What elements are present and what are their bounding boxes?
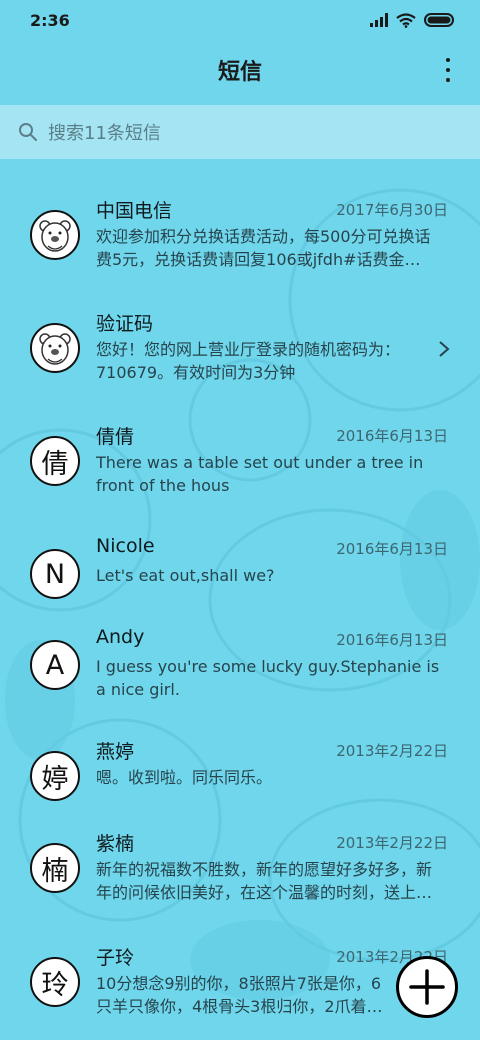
conversation-item[interactable]: 楠 紫楠 2013年2月22日 新年的祝福数不胜数，新年的愿望好多好多，新年的问… [0, 808, 480, 922]
wifi-icon [396, 12, 416, 28]
message-preview: 新年的祝福数不胜数，新年的愿望好多好多，新年的问候依旧美好，在这个温馨的时刻，送… [96, 860, 433, 902]
message-date: 2017年6月30日 [336, 201, 448, 219]
contact-name: 中国电信 [96, 200, 173, 222]
avatar: 倩 [30, 436, 80, 486]
message-date: 2013年2月22日 [336, 834, 448, 852]
message-preview: I guess you're some lucky guy.Stephanie … [96, 657, 440, 699]
bear-icon [30, 323, 80, 373]
contact-name: 验证码 [96, 313, 154, 335]
search-input[interactable]: 搜索11条短信 [0, 105, 480, 159]
conversation-item[interactable]: 中国电信 2017年6月30日 欢迎参加积分兑换话费活动，每500分可兑换话费5… [0, 175, 480, 288]
conversation-item[interactable]: 验证码 您好！您的网上营业厅登录的随机密码为：710679。有效时间为3分钟 [0, 288, 480, 401]
new-message-button[interactable] [396, 956, 458, 1018]
conversation-item[interactable]: 婷 燕婷 2013年2月22日 嗯。收到啦。同乐同乐。 [0, 716, 480, 808]
bear-icon [30, 210, 80, 260]
app-header: 短信 [0, 40, 480, 100]
message-preview: 欢迎参加积分兑换话费活动，每500分可兑换话费5元，兑换话费请回复106或jfd… [96, 227, 431, 269]
conversation-item[interactable]: N Nicole 2016年6月13日 Let's eat out,shall … [0, 514, 480, 605]
signal-icon [370, 13, 388, 27]
message-date: 2016年6月13日 [336, 427, 448, 445]
contact-name: 倩倩 [96, 426, 135, 448]
contact-name: 紫楠 [96, 833, 135, 855]
message-preview: There was a table set out under a tree i… [96, 453, 424, 495]
search-icon [19, 123, 37, 141]
contact-name: 子玲 [96, 947, 135, 969]
contact-name: Andy [96, 626, 145, 648]
conversation-list: 中国电信 2017年6月30日 欢迎参加积分兑换话费活动，每500分可兑换话费5… [0, 175, 480, 1022]
message-preview: 10分想念9别的你，8张照片7张是你，6只羊只像你，4根骨头3根归你，2爪着地1… [96, 974, 393, 1016]
avatar: N [30, 549, 80, 599]
message-preview: 您好！您的网上营业厅登录的随机密码为：710679。有效时间为3分钟 [96, 340, 401, 382]
contact-name: Nicole [96, 535, 155, 557]
message-preview: 嗯。收到啦。同乐同乐。 [96, 768, 273, 787]
avatar: 楠 [30, 843, 80, 893]
message-date: 2016年6月13日 [336, 631, 448, 649]
status-icons [370, 12, 456, 28]
battery-icon [424, 13, 454, 27]
message-date: 2013年2月22日 [336, 742, 448, 760]
message-preview: Let's eat out,shall we? [96, 566, 275, 585]
message-date: 2016年6月13日 [336, 540, 448, 558]
conversation-item[interactable]: 倩 倩倩 2016年6月13日 There was a table set ou… [0, 401, 480, 514]
avatar: 婷 [30, 751, 80, 801]
search-placeholder: 搜索11条短信 [48, 123, 161, 144]
avatar: 玲 [30, 957, 80, 1007]
status-bar: 2:36 [0, 0, 480, 40]
contact-name: 燕婷 [96, 741, 135, 763]
plus-icon [409, 969, 445, 1005]
more-vertical-icon[interactable] [440, 58, 456, 82]
chevron-right-icon [439, 341, 450, 357]
page-title: 短信 [217, 60, 262, 85]
avatar: A [30, 640, 80, 690]
conversation-item[interactable]: A Andy 2016年6月13日 I guess you're some lu… [0, 605, 480, 716]
status-time: 2:36 [30, 10, 70, 30]
